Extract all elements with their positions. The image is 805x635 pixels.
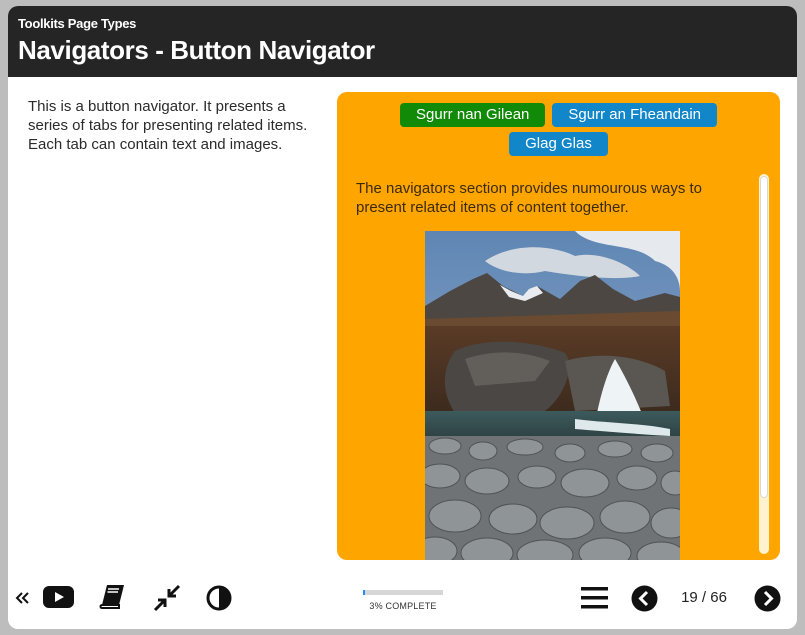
footer-toolbar: 3% COMPLETE 19 / 66 [8, 576, 797, 626]
contrast-icon[interactable] [206, 585, 232, 611]
intro-text: This is a button navigator. It presents … [28, 98, 308, 153]
book-icon[interactable] [98, 583, 126, 611]
tab-sgurr-an-fheandain[interactable]: Sgurr an Fheandain [552, 103, 717, 127]
page-counter: 19 / 66 [681, 589, 727, 606]
navigator-tabs: Sgurr nan Gilean Sgurr an Fheandain Glag… [337, 103, 780, 161]
mountain-waterfall-photo [425, 231, 680, 560]
collapse-arrows-icon[interactable] [153, 584, 181, 612]
page-subtitle: Toolkits Page Types [18, 16, 137, 31]
scrollbar-thumb[interactable] [760, 176, 768, 498]
page-title: Navigators - Button Navigator [18, 35, 375, 65]
progress-label: 3% COMPLETE [369, 601, 437, 611]
page-header: Toolkits Page Types Navigators - Button … [8, 6, 797, 77]
back-chevrons-icon[interactable] [14, 588, 30, 608]
play-video-icon[interactable] [43, 585, 74, 609]
menu-icon[interactable] [581, 586, 608, 610]
content-scrollbar[interactable] [759, 174, 769, 554]
tab-glag-glas[interactable]: Glag Glas [509, 132, 608, 156]
course-frame: Toolkits Page Types Navigators - Button … [8, 6, 797, 629]
previous-icon[interactable] [631, 585, 658, 612]
tab-sgurr-nan-gilean[interactable]: Sgurr nan Gilean [400, 103, 546, 127]
navigator-content-text: The navigators section provides numourou… [356, 180, 703, 216]
next-icon[interactable] [754, 585, 781, 612]
navigator-panel: Sgurr nan Gilean Sgurr an Fheandain Glag… [337, 92, 780, 560]
progress-bar [363, 590, 443, 595]
progress-bar-fill [363, 590, 366, 595]
